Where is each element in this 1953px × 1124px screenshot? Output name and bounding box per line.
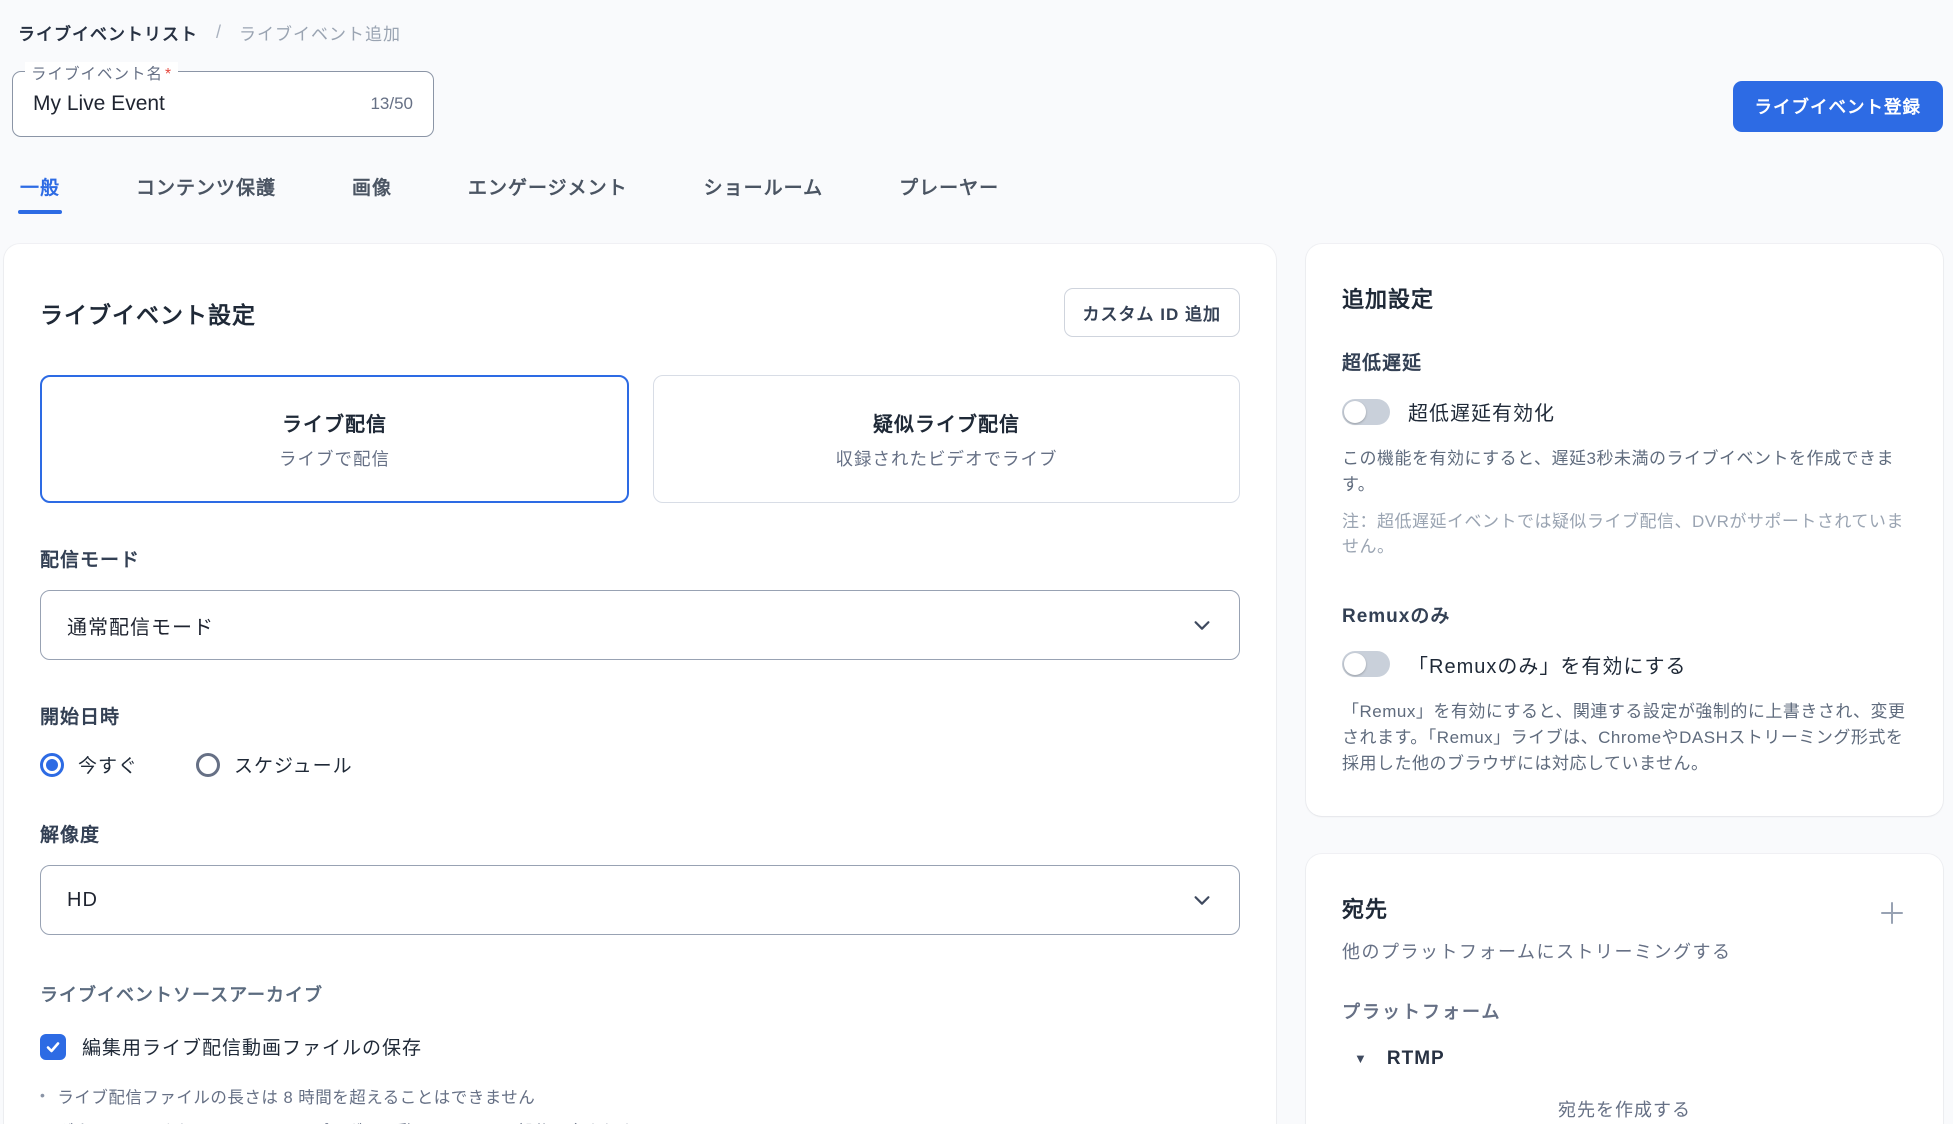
stream-type-live-title: ライブ配信	[282, 408, 387, 437]
bullet-dot: •	[40, 1084, 45, 1108]
main-content: ライブイベント設定 カスタム ID 追加 ライブ配信 ライブで配信 疑似ライブ配…	[4, 244, 1943, 1124]
remux-toggle-row: 「Remuxのみ」を有効にする	[1342, 650, 1907, 679]
archive-notes: • ライブ配信ファイルの長さは 8 時間を超えることはできません • ダウンロー…	[40, 1084, 1240, 1124]
event-name-field[interactable]: ライブイベント名* My Live Event 13/50	[12, 71, 434, 137]
toggle-knob	[1344, 401, 1366, 423]
breadcrumb: ライブイベントリスト / ライブイベント追加	[4, 10, 1943, 65]
ultra-low-latency-toggle-row: 超低遅延有効化	[1342, 397, 1907, 426]
add-custom-id-button[interactable]: カスタム ID 追加	[1064, 288, 1240, 337]
tab-engagement[interactable]: エンゲージメント	[468, 173, 628, 214]
start-time-label: 開始日時	[40, 702, 1240, 729]
start-time-radio-group: 今すぐ スケジュール	[40, 751, 1240, 778]
live-event-settings-card: ライブイベント設定 カスタム ID 追加 ライブ配信 ライブで配信 疑似ライブ配…	[4, 244, 1276, 1124]
note-item: • ダウンロードされるファイルにはプレヴュー動画とチャット部分は含まれません	[40, 1118, 1240, 1124]
create-destination-link[interactable]: 宛先を作成する	[1342, 1096, 1907, 1122]
tab-bar: 一般 コンテンツ保護 画像 エンゲージメント ショールーム プレーヤー	[4, 137, 1943, 214]
resolution-select[interactable]: HD	[40, 865, 1240, 935]
tab-showroom[interactable]: ショールーム	[704, 173, 823, 214]
page: ライブイベントリスト / ライブイベント追加 ライブイベント名* My Live…	[0, 0, 1953, 1124]
save-recording-checkbox-row[interactable]: 編集用ライブ配信動画ファイルの保存	[40, 1033, 1240, 1060]
breadcrumb-add-live-event: ライブイベント追加	[239, 20, 401, 45]
radio-start-now-label: 今すぐ	[78, 751, 138, 778]
event-name-label-text: ライブイベント名	[31, 66, 163, 83]
checkbox-checked[interactable]	[40, 1034, 66, 1060]
settings-card-title: ライブイベント設定	[40, 296, 256, 330]
note-text: ダウンロードされるファイルにはプレヴュー動画とチャット部分は含まれません	[57, 1118, 668, 1124]
stream-type-simulive-subtitle: 収録されたビデオでライブ	[836, 446, 1058, 471]
resolution-value: HD	[67, 889, 98, 912]
chevron-down-icon	[1191, 889, 1213, 911]
remux-description: 「Remux」を有効にすると、関連する設定が強制的に上書きされ、変更されます。「…	[1342, 699, 1907, 778]
ultra-low-latency-toggle[interactable]	[1342, 399, 1390, 425]
ultra-low-latency-note: 注：超低遅延イベントでは疑似ライブ配信、DVRがサポートされていません。	[1342, 507, 1907, 557]
source-archive-label: ライブイベントソースアーカイブ	[40, 981, 1240, 1007]
breadcrumb-live-event-list[interactable]: ライブイベントリスト	[18, 20, 198, 45]
radio-start-now-circle[interactable]	[40, 753, 64, 777]
destination-card: 宛先 他のプラットフォームにストリーミングする プラットフォーム ▼ RTMP …	[1306, 854, 1943, 1124]
note-item: • ライブ配信ファイルの長さは 8 時間を超えることはできません	[40, 1084, 1240, 1108]
radio-schedule[interactable]: スケジュール	[196, 751, 353, 778]
right-column: 追加設定 超低遅延 超低遅延有効化 この機能を有効にすると、遅延3秒未満のライブ…	[1306, 244, 1943, 1124]
stream-type-simulive-title: 疑似ライブ配信	[873, 408, 1020, 437]
save-recording-label: 編集用ライブ配信動画ファイルの保存	[82, 1033, 422, 1060]
platform-value: RTMP	[1387, 1048, 1445, 1070]
stream-mode-value: 通常配信モード	[67, 611, 214, 640]
ultra-low-latency-heading: 超低遅延	[1342, 348, 1907, 375]
settings-card-header: ライブイベント設定 カスタム ID 追加	[40, 288, 1240, 337]
event-name-value[interactable]: My Live Event	[33, 92, 165, 116]
bullet-dot: •	[40, 1118, 45, 1124]
tab-player[interactable]: プレーヤー	[899, 173, 999, 214]
additional-settings-card: 追加設定 超低遅延 超低遅延有効化 この機能を有効にすると、遅延3秒未満のライブ…	[1306, 244, 1943, 816]
char-counter: 13/50	[370, 94, 413, 114]
ultra-low-latency-toggle-label: 超低遅延有効化	[1408, 397, 1555, 426]
header-row: ライブイベント名* My Live Event 13/50 ライブイベント登録	[4, 65, 1943, 137]
radio-schedule-label: スケジュール	[234, 751, 353, 778]
destination-header: 宛先 他のプラットフォームにストリーミングする	[1342, 892, 1907, 964]
stream-mode-label: 配信モード	[40, 545, 1240, 572]
destination-subtitle: 他のプラットフォームにストリーミングする	[1342, 938, 1731, 964]
destination-title: 宛先	[1342, 892, 1731, 924]
note-text: ライブ配信ファイルの長さは 8 時間を超えることはできません	[57, 1084, 535, 1108]
register-live-event-button[interactable]: ライブイベント登録	[1733, 81, 1944, 132]
tab-content-protection[interactable]: コンテンツ保護	[136, 173, 276, 214]
remux-toggle[interactable]	[1342, 651, 1390, 677]
stream-type-live[interactable]: ライブ配信 ライブで配信	[40, 375, 629, 503]
platform-row: ▼ RTMP	[1342, 1048, 1907, 1070]
event-name-label: ライブイベント名*	[25, 62, 178, 84]
remux-heading: Remuxのみ	[1342, 601, 1907, 628]
stream-mode-select[interactable]: 通常配信モード	[40, 590, 1240, 660]
breadcrumb-separator: /	[216, 22, 221, 43]
additional-settings-title: 追加設定	[1342, 282, 1907, 314]
platform-label: プラットフォーム	[1342, 998, 1907, 1024]
stream-type-selector: ライブ配信 ライブで配信 疑似ライブ配信 収録されたビデオでライブ	[40, 375, 1240, 503]
chevron-down-icon	[1191, 614, 1213, 636]
collapse-triangle-icon[interactable]: ▼	[1354, 1051, 1367, 1066]
resolution-label: 解像度	[40, 820, 1240, 847]
tab-general[interactable]: 一般	[20, 173, 60, 214]
stream-type-live-subtitle: ライブで配信	[279, 446, 390, 471]
required-asterisk: *	[165, 66, 172, 83]
remux-toggle-label: 「Remuxのみ」を有効にする	[1408, 650, 1687, 679]
stream-type-simulive[interactable]: 疑似ライブ配信 収録されたビデオでライブ	[653, 375, 1240, 503]
add-destination-icon[interactable]	[1877, 898, 1907, 928]
ultra-low-latency-description: この機能を有効にすると、遅延3秒未満のライブイベントを作成できます。	[1342, 446, 1907, 499]
radio-schedule-circle[interactable]	[196, 753, 220, 777]
radio-start-now[interactable]: 今すぐ	[40, 751, 138, 778]
tab-images[interactable]: 画像	[352, 173, 392, 214]
check-icon	[45, 1039, 61, 1055]
toggle-knob	[1344, 653, 1366, 675]
